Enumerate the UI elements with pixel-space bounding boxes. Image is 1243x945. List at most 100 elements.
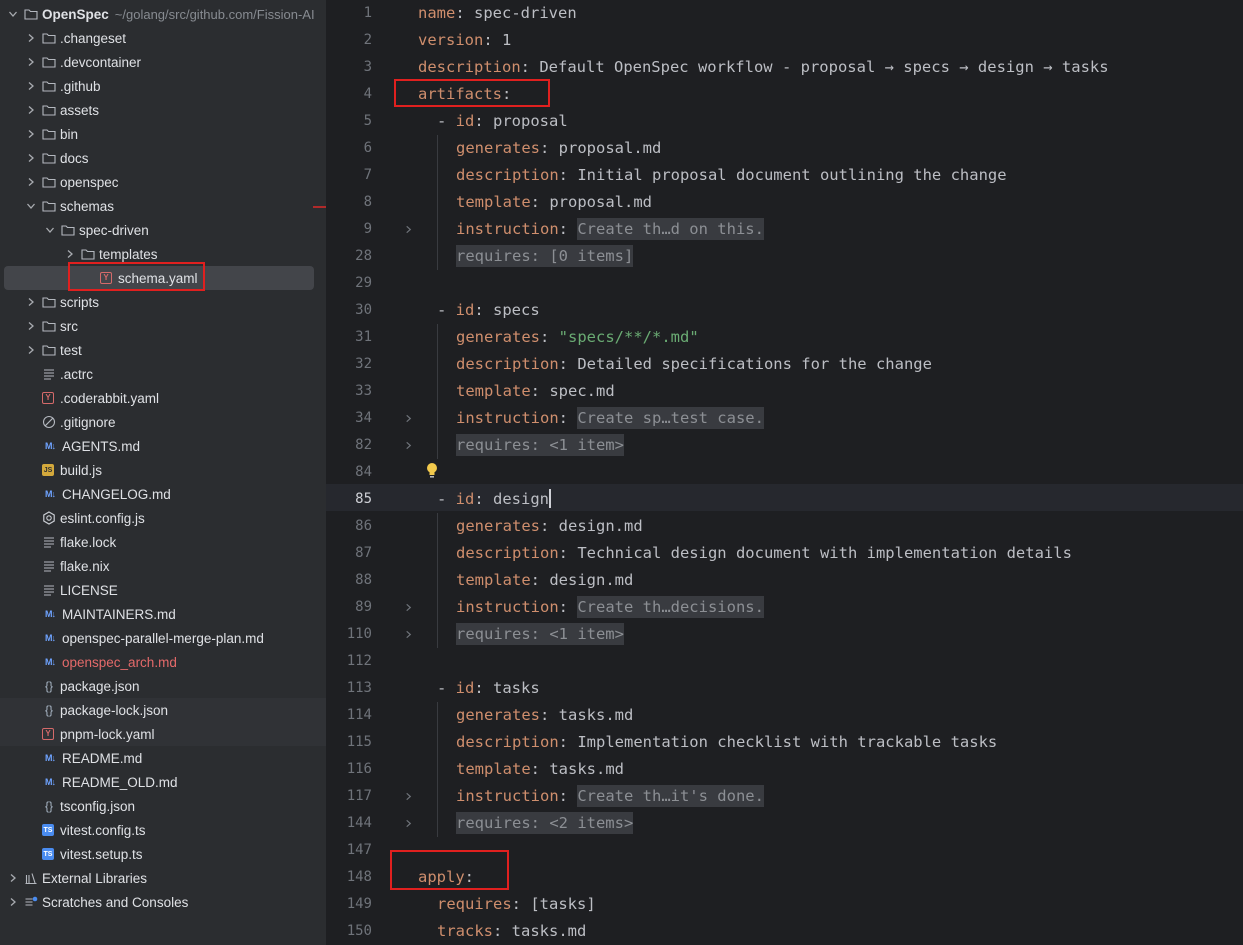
code-line[interactable]: description: Technical design document w… <box>456 540 1072 567</box>
chevron-right-icon[interactable] <box>24 175 38 189</box>
tree-item-maintainers-md[interactable]: M↓ MAINTAINERS.md <box>0 602 326 626</box>
code-line[interactable]: description: Detailed specifications for… <box>456 351 932 378</box>
fold-expand-icon[interactable] <box>402 783 414 810</box>
line-number: 88 <box>355 572 372 588</box>
tree-item-flake-nix[interactable]: flake.nix <box>0 554 326 578</box>
code-line[interactable]: requires: [0 items] <box>456 243 634 270</box>
code-line[interactable]: tracks: tasks.md <box>437 918 586 945</box>
tree-item-assets[interactable]: assets <box>0 98 326 122</box>
code-line[interactable]: - id: proposal <box>437 108 568 135</box>
tree-item-pnpm-lock-yaml[interactable]: Ypnpm-lock.yaml <box>0 722 326 746</box>
tree-item-openspec[interactable]: openspec <box>0 170 326 194</box>
tree-item-scratches-and-consoles[interactable]: Scratches and Consoles <box>0 890 326 914</box>
chevron-right-icon[interactable] <box>24 79 38 93</box>
tree-item-label: src <box>60 318 78 334</box>
tree-item-readme-md[interactable]: M↓ README.md <box>0 746 326 770</box>
chevron-right-icon[interactable] <box>24 151 38 165</box>
code-line[interactable]: generates: tasks.md <box>456 702 633 729</box>
tree-item-vitest-config-ts[interactable]: TS vitest.config.ts <box>0 818 326 842</box>
code-line[interactable]: instruction: Create th…it's done. <box>456 783 764 810</box>
tree-item-external-libraries[interactable]: External Libraries <box>0 866 326 890</box>
code-line[interactable]: requires: <2 items> <box>456 810 634 837</box>
chevron-right-icon[interactable] <box>6 895 20 909</box>
code-line[interactable]: - id: specs <box>437 297 540 324</box>
tree-item-label: .changeset <box>60 30 127 46</box>
tree-item-spec-driven[interactable]: spec-driven <box>0 218 326 242</box>
code-line[interactable]: description: Initial proposal document o… <box>456 162 1007 189</box>
tree-item-schemas[interactable]: schemas <box>0 194 326 218</box>
code-line[interactable]: name: spec-driven <box>418 0 577 27</box>
tree-item-bin[interactable]: bin <box>0 122 326 146</box>
tree-item-actrc[interactable]: .actrc <box>0 362 326 386</box>
tree-item-docs[interactable]: docs <box>0 146 326 170</box>
code-line[interactable]: instruction: Create sp…test case. <box>456 405 764 432</box>
tree-item-openspec-arch-md[interactable]: M↓ openspec_arch.md <box>0 650 326 674</box>
chevron-right-icon[interactable] <box>24 55 38 69</box>
tree-item-src[interactable]: src <box>0 314 326 338</box>
chevron-down-icon[interactable] <box>43 223 57 237</box>
tree-item-tsconfig-json[interactable]: {} tsconfig.json <box>0 794 326 818</box>
code-editor[interactable]: 1 name: spec-driven 2 version: 1 3 descriptio… <box>326 0 1243 945</box>
folder-icon <box>42 343 56 357</box>
folder-icon <box>61 223 75 237</box>
tree-item-package-json[interactable]: {} package.json <box>0 674 326 698</box>
tree-item-label: docs <box>60 150 89 166</box>
fold-expand-icon[interactable] <box>402 216 414 243</box>
tree-item-gitignore[interactable]: .gitignore <box>0 410 326 434</box>
code-line[interactable]: requires: <1 item> <box>456 432 624 459</box>
tree-item-label: .actrc <box>60 366 94 382</box>
tree-item-agents-md[interactable]: M↓ AGENTS.md <box>0 434 326 458</box>
code-line[interactable]: description: Default OpenSpec workflow -… <box>418 54 1109 81</box>
tree-item-flake-lock[interactable]: flake.lock <box>0 530 326 554</box>
tree-item-vitest-setup-ts[interactable]: TS vitest.setup.ts <box>0 842 326 866</box>
code-line[interactable]: generates: design.md <box>456 513 643 540</box>
code-line[interactable]: requires: [tasks] <box>437 891 596 918</box>
yaml-separator: : <box>558 544 578 562</box>
code-line[interactable]: requires: <1 item> <box>456 621 624 648</box>
chevron-down-icon[interactable] <box>24 199 38 213</box>
tree-item-license[interactable]: LICENSE <box>0 578 326 602</box>
tree-item-package-lock-json[interactable]: {} package-lock.json <box>0 698 326 722</box>
yaml-key: id <box>455 112 475 130</box>
chevron-right-icon[interactable] <box>24 127 38 141</box>
chevron-right-icon[interactable] <box>24 319 38 333</box>
tree-item-github[interactable]: .github <box>0 74 326 98</box>
chevron-right-icon[interactable] <box>6 871 20 885</box>
tree-item-build-js[interactable]: JS build.js <box>0 458 326 482</box>
tree-item-coderabbit-yaml[interactable]: Y .coderabbit.yaml <box>0 386 326 410</box>
fold-expand-icon[interactable] <box>402 621 414 648</box>
code-line[interactable]: generates: proposal.md <box>456 135 661 162</box>
fold-expand-icon[interactable] <box>402 405 414 432</box>
code-line[interactable]: template: design.md <box>456 567 633 594</box>
tree-item-scripts[interactable]: scripts <box>0 290 326 314</box>
tree-item-test[interactable]: test <box>0 338 326 362</box>
code-line[interactable]: template: tasks.md <box>456 756 624 783</box>
code-line[interactable]: instruction: Create th…d on this. <box>456 216 764 243</box>
code-line[interactable]: generates: "specs/**/*.md" <box>456 324 699 351</box>
chevron-right-icon[interactable] <box>24 295 38 309</box>
code-line[interactable]: - id: design <box>437 486 552 513</box>
tree-item-eslint-config-js[interactable]: eslint.config.js <box>0 506 326 530</box>
fold-expand-icon[interactable] <box>402 810 414 837</box>
tree-item-changelog-md[interactable]: M↓ CHANGELOG.md <box>0 482 326 506</box>
fold-expand-icon[interactable] <box>402 432 414 459</box>
fold-expand-icon[interactable] <box>402 594 414 621</box>
code-line[interactable]: - id: tasks <box>437 675 540 702</box>
chevron-right-icon[interactable] <box>24 31 38 45</box>
code-line[interactable]: template: spec.md <box>456 378 615 405</box>
code-line[interactable]: description: Implementation checklist wi… <box>456 729 997 756</box>
tree-item-changeset[interactable]: .changeset <box>0 26 326 50</box>
tree-item-openspec[interactable]: OpenSpec ~/golang/src/github.com/Fission-… <box>0 2 326 26</box>
tree-item-devcontainer[interactable]: .devcontainer <box>0 50 326 74</box>
code-line[interactable]: template: proposal.md <box>456 189 652 216</box>
chevron-right-icon[interactable] <box>24 103 38 117</box>
tree-item-readme-old-md[interactable]: M↓ README_OLD.md <box>0 770 326 794</box>
code-line[interactable]: version: 1 <box>418 27 511 54</box>
lightbulb-icon[interactable] <box>424 460 440 480</box>
tree-item-openspec-parallel-merge-plan-md[interactable]: M↓ openspec-parallel-merge-plan.md <box>0 626 326 650</box>
chevron-right-icon[interactable] <box>24 343 38 357</box>
code-line[interactable]: instruction: Create th…decisions. <box>456 594 764 621</box>
line-number: 31 <box>355 329 372 345</box>
chevron-right-icon[interactable] <box>63 247 77 261</box>
chevron-down-icon[interactable] <box>6 7 20 21</box>
